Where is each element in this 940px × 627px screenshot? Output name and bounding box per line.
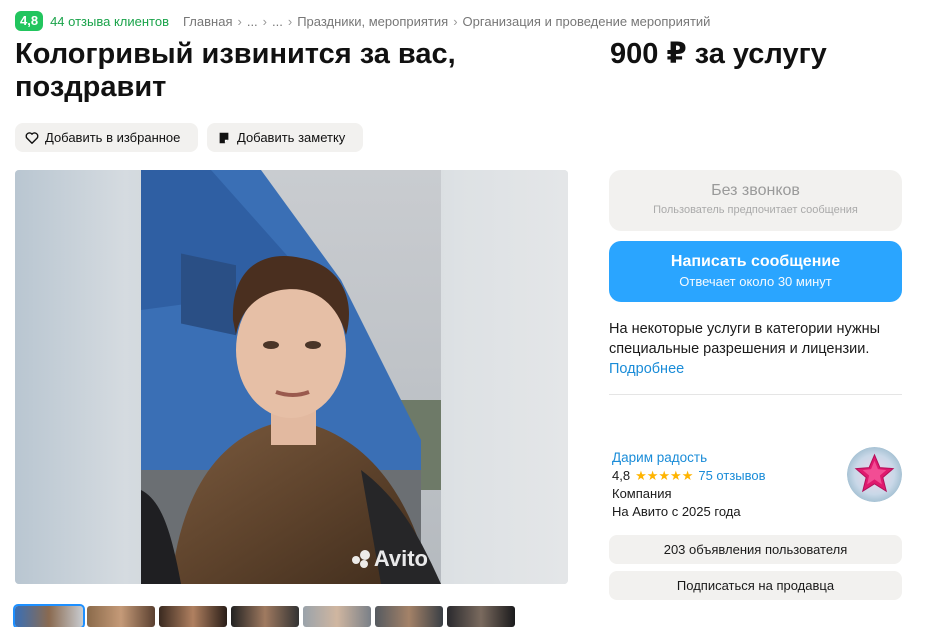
more-link[interactable]: Подробнее bbox=[609, 359, 909, 379]
add-favorite-label: Добавить в избранное bbox=[45, 130, 181, 145]
no-calls-title: Без звонков bbox=[711, 182, 800, 199]
rating-badge: 4,8 bbox=[15, 11, 44, 31]
heart-icon bbox=[25, 131, 39, 144]
write-message-subtitle: Отвечает около 30 минут bbox=[679, 274, 832, 289]
avito-watermark: Avito bbox=[351, 546, 428, 572]
star-rating-icon: ★★★★★ bbox=[635, 468, 694, 483]
breadcrumb-collapsed-2[interactable]: ... bbox=[272, 14, 283, 29]
license-notice-text: На некоторые услуги в категории нужны сп… bbox=[609, 321, 881, 357]
add-favorite-button[interactable]: Добавить в избранное bbox=[15, 123, 198, 152]
seller-avatar[interactable] bbox=[847, 447, 902, 502]
thumbnail-3[interactable] bbox=[159, 606, 227, 627]
thumbnail-4[interactable] bbox=[231, 606, 299, 627]
thumbnail-6[interactable] bbox=[375, 606, 443, 627]
no-calls-subtitle: Пользователь предпочитает сообщения bbox=[653, 204, 858, 216]
chevron-right-icon: › bbox=[262, 13, 268, 29]
main-photo[interactable] bbox=[141, 170, 441, 584]
divider bbox=[609, 394, 902, 395]
write-message-button[interactable]: Написать сообщение Отвечает около 30 мин… bbox=[609, 241, 902, 302]
seller-since: На Авито с 2025 года bbox=[612, 504, 741, 519]
seller-listings-button[interactable]: 203 объявления пользователя bbox=[609, 535, 902, 564]
write-message-title: Написать сообщение bbox=[670, 253, 841, 270]
thumbnail-5[interactable] bbox=[303, 606, 371, 627]
thumbnail-1[interactable] bbox=[13, 604, 85, 627]
breadcrumb: Главная › ... › ... › Праздники, меропри… bbox=[183, 14, 710, 29]
chevron-right-icon: › bbox=[287, 13, 293, 29]
add-note-button[interactable]: Добавить заметку bbox=[207, 123, 363, 152]
seller-name[interactable]: Дарим радость bbox=[612, 449, 842, 467]
chevron-right-icon: › bbox=[237, 13, 242, 29]
no-calls-button[interactable]: Без звонков Пользователь предпочитает со… bbox=[609, 170, 902, 231]
seller-type: Компания bbox=[612, 486, 672, 501]
license-notice: На некоторые услуги в категории нужны сп… bbox=[609, 319, 909, 379]
photo-gallery[interactable]: Avito bbox=[15, 170, 568, 584]
add-note-label: Добавить заметку bbox=[237, 130, 346, 145]
subscribe-button[interactable]: Подписаться на продавца bbox=[609, 571, 902, 600]
seller-rating: 4,8 bbox=[612, 468, 631, 483]
avito-logo-icon bbox=[351, 550, 370, 568]
note-icon bbox=[219, 132, 229, 143]
breadcrumb-home[interactable]: Главная bbox=[183, 14, 232, 29]
thumbnail-strip bbox=[13, 604, 515, 627]
breadcrumb-events[interactable]: Организация и проведение мероприятий bbox=[463, 14, 711, 29]
thumbnail-2[interactable] bbox=[87, 606, 155, 627]
seller-card: Дарим радость 4,8 ★★★★★ 75 отзывов Компа… bbox=[612, 449, 842, 521]
thumbnail-7[interactable] bbox=[447, 606, 515, 627]
breadcrumb-holidays[interactable]: Праздники, мероприятия bbox=[297, 14, 448, 29]
reviews-link[interactable]: 44 отзыва клиентов bbox=[50, 14, 169, 29]
seller-reviews-link[interactable]: 75 отзывов bbox=[698, 467, 765, 485]
chevron-right-icon: › bbox=[453, 13, 458, 29]
breadcrumb-collapsed-1[interactable]: ... bbox=[247, 14, 258, 29]
top-bar: 4,8 44 отзыва клиентов Главная › ... › .… bbox=[15, 10, 710, 32]
listing-title: Кологривый извинится за вас, поздравит bbox=[15, 38, 456, 103]
avito-watermark-text: Avito bbox=[373, 546, 428, 571]
seller-rating-row: 4,8 ★★★★★ 75 отзывов bbox=[612, 467, 842, 485]
listing-price: 900 ₽ за услугу bbox=[610, 38, 827, 70]
